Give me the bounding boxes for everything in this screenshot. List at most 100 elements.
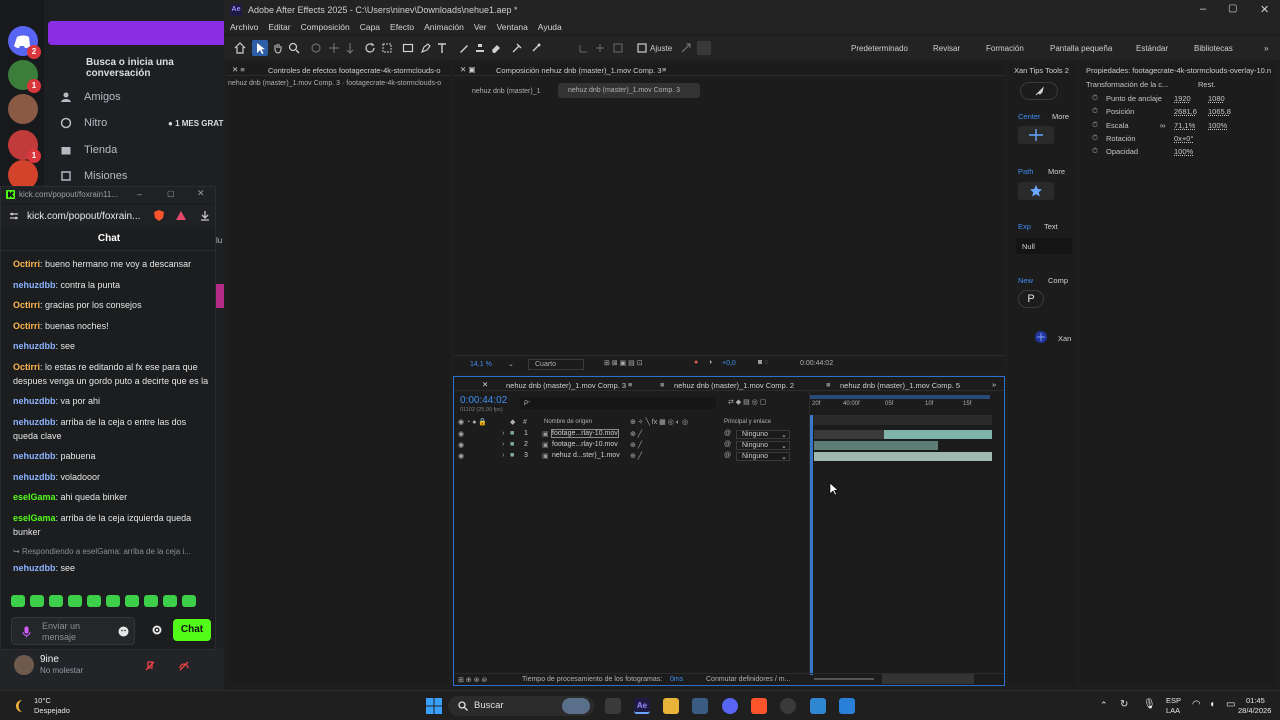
panel-menu-icon[interactable]: ≡ <box>662 65 666 74</box>
menu-item-efecto[interactable]: Efecto <box>390 20 414 34</box>
app-taskbar-icon[interactable] <box>810 698 826 714</box>
obs-taskbar-icon[interactable] <box>780 698 796 714</box>
snap-options-icon[interactable] <box>680 42 692 54</box>
xan-center-label[interactable]: Center <box>1018 112 1041 121</box>
selection-tool[interactable] <box>252 40 268 56</box>
reset-link[interactable]: Rest. <box>1198 80 1216 89</box>
chat-username[interactable]: nehuzdbb <box>13 396 56 406</box>
xan-text-label[interactable]: Text <box>1044 222 1058 231</box>
emote-icon[interactable] <box>30 595 44 607</box>
snap-checkbox-icon[interactable] <box>636 42 648 54</box>
xan-exp-label[interactable]: Exp <box>1018 222 1031 231</box>
expand-chevron-icon[interactable]: › <box>502 441 504 448</box>
hand-tool-icon[interactable] <box>272 42 284 54</box>
taskbar-search[interactable]: Buscar <box>448 696 594 716</box>
tray-mic-icon[interactable]: 🎙 <box>1143 699 1156 710</box>
chat-send-button[interactable]: Chat <box>173 619 211 641</box>
exposure-value[interactable]: +0,0 <box>722 360 736 367</box>
property-row[interactable]: ⏱ Escala ∞ 71,1% 100% <box>1080 119 1276 132</box>
composition-tab[interactable]: Composición nehuz dnb (master)_1.mov Com… <box>496 66 662 75</box>
chat-username[interactable]: nehuzdbb <box>13 280 56 290</box>
menu-item-ventana[interactable]: Ventana <box>497 20 528 34</box>
site-settings-icon[interactable] <box>9 212 19 220</box>
workspace-libraries[interactable]: Bibliotecas <box>1194 44 1233 53</box>
timeline-switch-icons[interactable]: ⇄ ◆ ▤ ◎ ▢ <box>728 398 766 406</box>
workspace-learn[interactable]: Formación <box>986 44 1024 53</box>
menu-item-ayuda[interactable]: Ayuda <box>538 20 562 34</box>
nav-item-friends[interactable]: Amigos <box>60 91 121 103</box>
after-effects-taskbar-icon[interactable]: Ae <box>634 698 650 714</box>
zoom-tool-icon[interactable] <box>288 42 300 54</box>
chat-username[interactable]: nehuzdbb <box>13 417 56 427</box>
stopwatch-icon[interactable]: ⏱ <box>1092 120 1098 130</box>
roto-brush-tool-icon[interactable] <box>511 42 523 54</box>
xan-path-label[interactable]: Path <box>1018 167 1033 176</box>
weather-moon-icon[interactable] <box>12 698 28 714</box>
emote-icon[interactable] <box>49 595 63 607</box>
layer-bar-2[interactable] <box>814 441 938 450</box>
expand-chevron-icon[interactable]: › <box>502 452 504 459</box>
stopwatch-icon[interactable]: ⏱ <box>1092 133 1098 143</box>
download-icon[interactable] <box>199 210 211 222</box>
maximize-icon[interactable]: ▢ <box>167 189 175 198</box>
emote-bar[interactable] <box>11 595 196 607</box>
parent-select[interactable]: Ninguno ⌄ <box>736 430 790 439</box>
transform-section[interactable]: Transformación de la c... <box>1086 80 1168 89</box>
close-icon[interactable]: ✕ <box>1260 3 1269 16</box>
menu-item-animación[interactable]: Animación <box>424 20 464 34</box>
layer-name[interactable]: nehuz d...ster)_1.mov <box>552 452 620 459</box>
discord-home-icon[interactable]: 2 <box>8 26 41 59</box>
dolly-tool-icon[interactable] <box>344 42 356 54</box>
exposure-icon[interactable]: ◑ <box>708 359 712 366</box>
panel-close-icon[interactable]: ✕ ≡ <box>232 65 245 74</box>
axis-local-icon[interactable] <box>578 42 590 54</box>
center-anchor-button[interactable] <box>1018 126 1054 144</box>
snap-toggle-button[interactable] <box>697 41 711 55</box>
property-value-1[interactable]: 0x+0° <box>1174 134 1193 143</box>
discord-taskbar-icon[interactable] <box>722 698 738 714</box>
label-color-icon[interactable]: ■ <box>510 441 514 448</box>
language-indicator[interactable]: ESP <box>1166 696 1181 705</box>
xan-new-label[interactable]: New <box>1018 276 1033 285</box>
layer-switches[interactable]: ⊕ ╱ <box>630 430 642 438</box>
precomp-p-button[interactable]: P <box>1018 290 1044 308</box>
menu-item-composición[interactable]: Composición <box>301 20 350 34</box>
snapshot-icon[interactable]: ◙ ◌ <box>758 359 768 366</box>
property-value-2[interactable]: 1080 <box>1208 94 1225 103</box>
panel-close-icon[interactable]: ✕ ▣ <box>460 65 475 74</box>
navigator-bar[interactable] <box>810 415 992 425</box>
tab-overflow-icon[interactable]: » <box>992 380 996 389</box>
panel-menu-icon[interactable]: ≡ <box>628 380 632 389</box>
pickwhip-icon[interactable]: @ <box>724 430 731 437</box>
menu-item-archivo[interactable]: Archivo <box>230 20 258 34</box>
orbit-tool-icon[interactable] <box>310 42 322 54</box>
property-value-2[interactable]: 1065,8 <box>1208 107 1231 116</box>
layer-name[interactable]: footage...rlay-10.mov <box>551 429 619 438</box>
constrain-link-icon[interactable]: ∞ <box>1160 121 1165 130</box>
minimize-icon[interactable]: – <box>137 189 142 199</box>
timeline-search-input[interactable]: ρ- <box>520 397 716 409</box>
property-value-2[interactable]: 100% <box>1208 121 1227 130</box>
label-color-icon[interactable]: ■ <box>510 452 514 459</box>
rotate-tool-icon[interactable] <box>364 42 376 54</box>
mic-icon[interactable] <box>22 626 31 638</box>
emoji-icon[interactable] <box>118 626 129 637</box>
chat-input[interactable]: Enviar un mensaje <box>11 617 135 645</box>
rocket-button[interactable] <box>1020 82 1058 100</box>
brush-tool-icon[interactable] <box>458 42 470 54</box>
null-button[interactable]: Null <box>1016 238 1072 254</box>
puppet-tool-icon[interactable] <box>530 42 542 54</box>
workspace-standard[interactable]: Estándar <box>1136 44 1168 53</box>
xan-tools-tab[interactable]: Xan Tips Tools 2 <box>1014 66 1069 75</box>
layer-switches[interactable]: ⊕ ╱ <box>630 452 642 460</box>
menu-item-editar[interactable]: Editar <box>268 20 290 34</box>
property-row[interactable]: ⏱ Punto de anclaje 1920 1080 <box>1080 92 1276 105</box>
timeline-timecode[interactable]: 0:00:44:02 <box>460 395 507 406</box>
pan-tool-icon[interactable] <box>328 42 340 54</box>
workspace-small-screen[interactable]: Pantalla pequeña <box>1050 44 1112 53</box>
server-icon[interactable]: 1 <box>8 60 41 93</box>
zoom-slider[interactable] <box>814 678 874 680</box>
visibility-eye-icon[interactable]: ◉ <box>458 430 464 438</box>
tray-sync-icon[interactable]: ↻ <box>1120 699 1128 710</box>
mic-muted-icon[interactable] <box>144 660 156 672</box>
